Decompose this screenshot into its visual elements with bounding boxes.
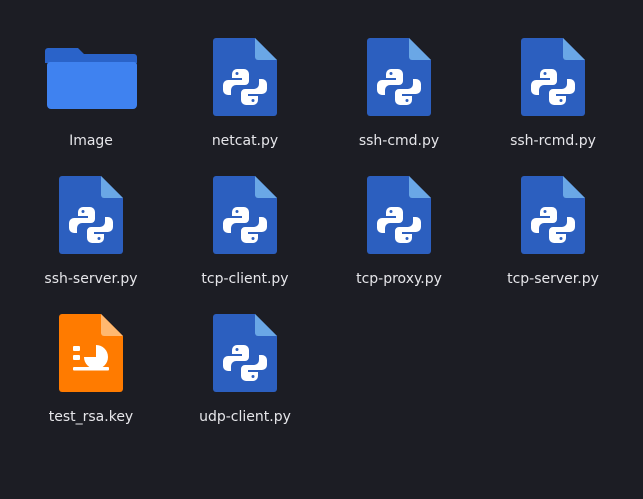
file-name: ssh-rcmd.py	[510, 133, 596, 149]
file-item-netcat[interactable]: netcat.py	[175, 36, 315, 164]
python-file-icon	[175, 174, 315, 270]
python-file-icon	[483, 36, 623, 132]
python-file-icon	[175, 36, 315, 132]
file-name: ssh-cmd.py	[358, 133, 440, 149]
file-name: tcp-proxy.py	[356, 271, 442, 287]
file-item-ssh-rcmd[interactable]: ssh-rcmd.py	[483, 36, 623, 164]
file-name: test_rsa.key	[48, 409, 134, 425]
python-file-icon	[329, 174, 469, 270]
file-name: ssh-server.py	[44, 271, 138, 287]
file-item-tcp-server[interactable]: tcp-server.py	[483, 174, 623, 302]
file-item-test-rsa-key[interactable]: test_rsa.key	[21, 312, 161, 440]
python-file-icon	[21, 174, 161, 270]
file-grid: Image netcat.py ssh-cmd.py ssh-rcmd.py s…	[0, 0, 643, 499]
file-item-udp-client[interactable]: udp-client.py	[175, 312, 315, 440]
file-item-ssh-cmd[interactable]: ssh-cmd.py	[329, 36, 469, 164]
file-name: netcat.py	[211, 133, 279, 149]
python-file-icon	[329, 36, 469, 132]
python-file-icon	[175, 312, 315, 408]
file-item-tcp-proxy[interactable]: tcp-proxy.py	[329, 174, 469, 302]
file-name: tcp-client.py	[201, 271, 289, 287]
folder-icon	[21, 36, 161, 132]
file-name: Image	[69, 133, 113, 149]
python-file-icon	[483, 174, 623, 270]
file-item-image[interactable]: Image	[21, 36, 161, 164]
presentation-file-icon	[21, 312, 161, 408]
file-name: udp-client.py	[199, 409, 291, 425]
file-name: tcp-server.py	[507, 271, 599, 287]
file-item-ssh-server[interactable]: ssh-server.py	[21, 174, 161, 302]
file-item-tcp-client[interactable]: tcp-client.py	[175, 174, 315, 302]
